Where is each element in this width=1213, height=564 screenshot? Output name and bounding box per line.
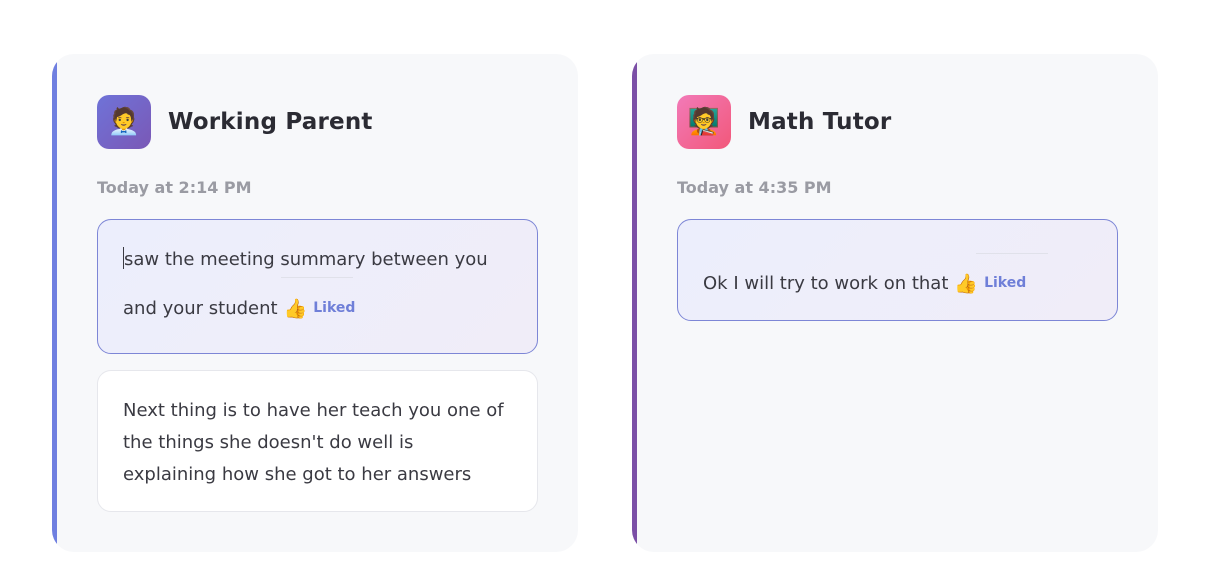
teacher-at-chalkboard-icon: 🧑‍🏫: [677, 95, 731, 149]
divider: [976, 253, 1048, 254]
message-bubble[interactable]: Next thing is to have her teach you one …: [97, 370, 538, 512]
conversation-card-working-parent: 🧑‍💼 Working Parent Today at 2:14 PM saw …: [52, 54, 578, 552]
message-bubble-liked[interactable]: saw the meeting summary between you and …: [97, 219, 538, 354]
message-bubble-liked[interactable]: Ok I will try to work on that 👍 Liked: [677, 219, 1118, 321]
thumbs-up-icon[interactable]: 👍: [954, 273, 978, 295]
person-in-suit-icon: 🧑‍💼: [97, 95, 151, 149]
card-header: 🧑‍🏫 Math Tutor: [677, 95, 891, 149]
message-text: saw the meeting summary between you: [124, 249, 488, 270]
sender-name: Math Tutor: [748, 109, 892, 135]
divider: [281, 277, 353, 278]
message-text: Next thing is to have her teach you one …: [123, 400, 504, 485]
message-timestamp: Today at 4:35 PM: [677, 178, 832, 197]
liked-badge[interactable]: Liked: [313, 300, 355, 316]
message-text: Ok I will try to work on that: [703, 273, 949, 294]
avatar-glyph: 🧑‍💼: [107, 107, 141, 137]
message-line: Ok I will try to work on that 👍 Liked: [703, 267, 1092, 300]
thumbs-up-icon[interactable]: 👍: [284, 298, 308, 320]
card-header: 🧑‍💼 Working Parent: [97, 95, 373, 149]
message-line: saw the meeting summary between you: [123, 244, 512, 276]
sender-name: Working Parent: [168, 109, 373, 135]
avatar-glyph: 🧑‍🏫: [687, 107, 721, 137]
conversation-board: 🧑‍💼 Working Parent Today at 2:14 PM saw …: [0, 0, 1213, 564]
message-line: and your student 👍 Liked: [123, 292, 512, 325]
liked-badge[interactable]: Liked: [984, 275, 1026, 291]
message-text: and your student: [123, 298, 278, 319]
message-timestamp: Today at 2:14 PM: [97, 178, 252, 197]
conversation-card-math-tutor: 🧑‍🏫 Math Tutor Today at 4:35 PM Ok I wil…: [632, 54, 1158, 552]
